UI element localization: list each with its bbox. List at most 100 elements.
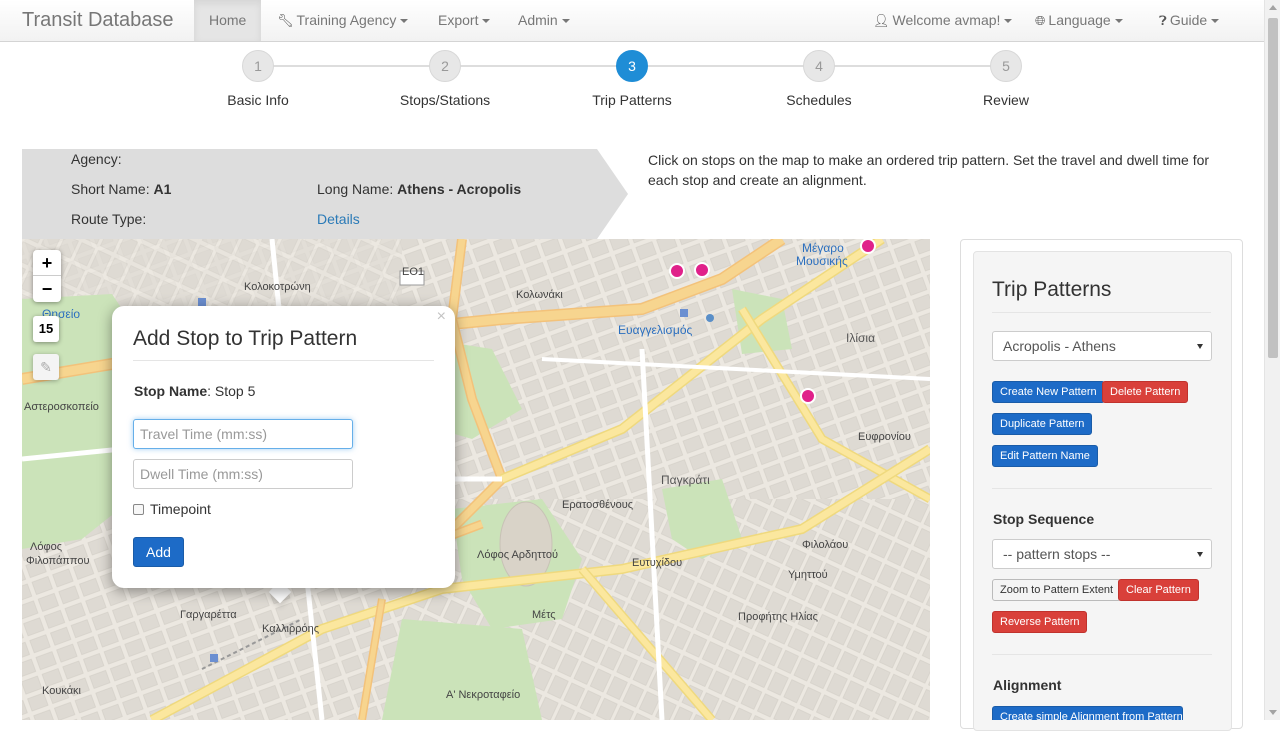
long-name-row: Long Name: Athens - Acropolis [317, 181, 521, 197]
map-label-ilisia: Ιλίσια [846, 331, 876, 345]
step-number: 2 [429, 50, 461, 82]
user-icon: 👤︎ [873, 13, 890, 28]
step-stops-stations[interactable]: 2 Stops/Stations [365, 50, 525, 108]
map-label-nekrotafeio: Α' Νεκροταφείο [446, 689, 521, 701]
question-circle-icon: ❓︎ [1159, 13, 1167, 28]
map-label-profitis-ilias: Προφήτης Ηλίας [738, 611, 818, 623]
caret-down-icon [1004, 19, 1013, 24]
step-schedules[interactable]: 4 Schedules [739, 50, 899, 108]
stop-name-label: Stop Name [134, 383, 208, 399]
wrench-icon: 🔧︎ [277, 13, 294, 28]
nav-user-menu[interactable]: 👤︎ Welcome avmap! [858, 0, 1027, 41]
step-trip-patterns[interactable]: 3 Trip Patterns [552, 50, 712, 108]
timepoint-checkbox[interactable] [133, 503, 144, 515]
close-icon[interactable]: × [437, 308, 446, 326]
map-label-koukaki: Κουκάκι [42, 685, 82, 697]
panel-title: Trip Patterns [992, 278, 1211, 313]
zoom-in-button[interactable]: + [33, 250, 61, 276]
details-link[interactable]: Details [317, 211, 360, 227]
globe-icon: 🌐︎ [1035, 13, 1046, 28]
create-new-pattern-button[interactable]: Create New Pattern [992, 381, 1105, 403]
travel-time-input[interactable] [133, 419, 353, 449]
alignment-label: Alignment [993, 677, 1062, 693]
select-arrow-icon [1197, 552, 1203, 557]
timepoint-label: Timepoint [150, 501, 211, 517]
step-label: Trip Patterns [592, 92, 672, 108]
scroll-down-icon[interactable] [1269, 710, 1277, 715]
zoom-level-indicator: 15 [33, 316, 59, 342]
step-number: 5 [990, 50, 1022, 82]
trip-patterns-well [973, 251, 1232, 731]
map-label-asteroskopeio: Αστεροσκοπείο [24, 401, 99, 413]
map-label-ymittou: Υμηττού [788, 569, 828, 581]
nav-admin[interactable]: Admin [503, 0, 585, 41]
scroll-up-icon[interactable] [1269, 5, 1277, 10]
add-stop-popup: × Add Stop to Trip Pattern Stop Name: St… [112, 306, 455, 588]
caret-down-icon [482, 19, 491, 24]
scroll-thumb[interactable] [1268, 18, 1278, 358]
stop-name-row: Stop Name: Stop 5 [134, 383, 255, 399]
step-number: 4 [803, 50, 835, 82]
nav-training-agency-label: Training Agency [296, 12, 397, 28]
timepoint-checkbox-row[interactable]: Timepoint [133, 501, 211, 517]
map-label-pagkrati: Παγκράτι [661, 473, 710, 487]
navbar: Transit Database Home 🔧︎ Training Agency … [0, 0, 1264, 42]
map-label-mousikis: Μουσικής [796, 254, 848, 268]
pattern-stops-select[interactable]: -- pattern stops -- [992, 539, 1212, 569]
map-label-eftychidou: Ευτυχίδου [632, 557, 683, 569]
caret-down-icon [1211, 19, 1220, 24]
nav-language-label: Language [1048, 12, 1111, 28]
select-arrow-icon [1197, 344, 1203, 349]
nav-language[interactable]: 🌐︎ Language [1020, 0, 1138, 41]
nav-export[interactable]: Export [423, 0, 505, 41]
map-label-eyfroniou: Ευφρονίου [858, 431, 911, 443]
stop-sequence-label: Stop Sequence [993, 511, 1095, 527]
stop-name-value: : Stop 5 [207, 383, 256, 399]
map-label-gargaretta: Γαργαρέττα [180, 609, 237, 621]
route-type-label: Route Type: [71, 211, 147, 227]
map-label-kolonaki: Κολωνάκι [516, 289, 563, 301]
add-button[interactable]: Add [133, 537, 184, 567]
caret-down-icon [561, 19, 570, 24]
caret-down-icon [1114, 19, 1123, 24]
duplicate-pattern-button[interactable]: Duplicate Pattern [992, 413, 1093, 435]
step-basic-info[interactable]: 1 Basic Info [178, 50, 338, 108]
instructions-text: Click on stops on the map to make an ord… [648, 152, 1210, 188]
map-label-filopappou: Φιλοπάππου [26, 555, 90, 567]
edit-pattern-name-button[interactable]: Edit Pattern Name [992, 445, 1098, 467]
create-alignment-button[interactable]: Create simple Alignment from Pattern [992, 706, 1183, 720]
nav-training-agency[interactable]: 🔧︎ Training Agency [262, 0, 423, 41]
short-name-row: Short Name: A1 [71, 181, 171, 197]
edit-icon[interactable]: ✎ [33, 354, 59, 380]
map-label-lofos-arditou: Λόφος Αρδηττού [477, 549, 558, 561]
map-label-eo1: ΕΟ1 [402, 266, 425, 278]
zoom-out-button[interactable]: − [33, 276, 61, 302]
nav-home[interactable]: Home [194, 0, 262, 41]
pattern-select[interactable]: Acropolis - Athens [992, 331, 1212, 361]
step-label: Review [983, 92, 1029, 108]
nav-guide[interactable]: ❓︎ Guide [1144, 0, 1234, 41]
reverse-pattern-button[interactable]: Reverse Pattern [992, 611, 1088, 633]
brand-title[interactable]: Transit Database [22, 9, 174, 32]
map-label-megaro: Μέγαρο [802, 241, 844, 255]
page-scrollbar[interactable] [1264, 0, 1280, 720]
step-label: Stops/Stations [399, 92, 491, 108]
divider [992, 488, 1212, 489]
delete-pattern-button[interactable]: Delete Pattern [1102, 381, 1189, 403]
popup-title: Add Stop to Trip Pattern [133, 327, 434, 361]
map-label-kallirrois: Καλλιρρόης [262, 623, 320, 635]
clear-pattern-button[interactable]: Clear Pattern [1118, 579, 1199, 601]
short-name-label: Short Name: [71, 181, 150, 197]
divider [992, 654, 1212, 655]
dwell-time-input[interactable] [133, 459, 353, 489]
long-name-label: Long Name: [317, 181, 394, 197]
step-number: 3 [616, 50, 648, 82]
nav-export-label: Export [438, 12, 479, 28]
zoom-to-pattern-extent-button[interactable]: Zoom to Pattern Extent [992, 579, 1122, 601]
map-label-lofos: Λόφος [30, 541, 63, 553]
route-type-row: Route Type: [71, 211, 146, 227]
nav-admin-label: Admin [518, 12, 558, 28]
map-label-eratosthenous: Ερατοσθένους [562, 499, 634, 511]
short-name-value: A1 [153, 181, 172, 197]
step-review[interactable]: 5 Review [926, 50, 1086, 108]
